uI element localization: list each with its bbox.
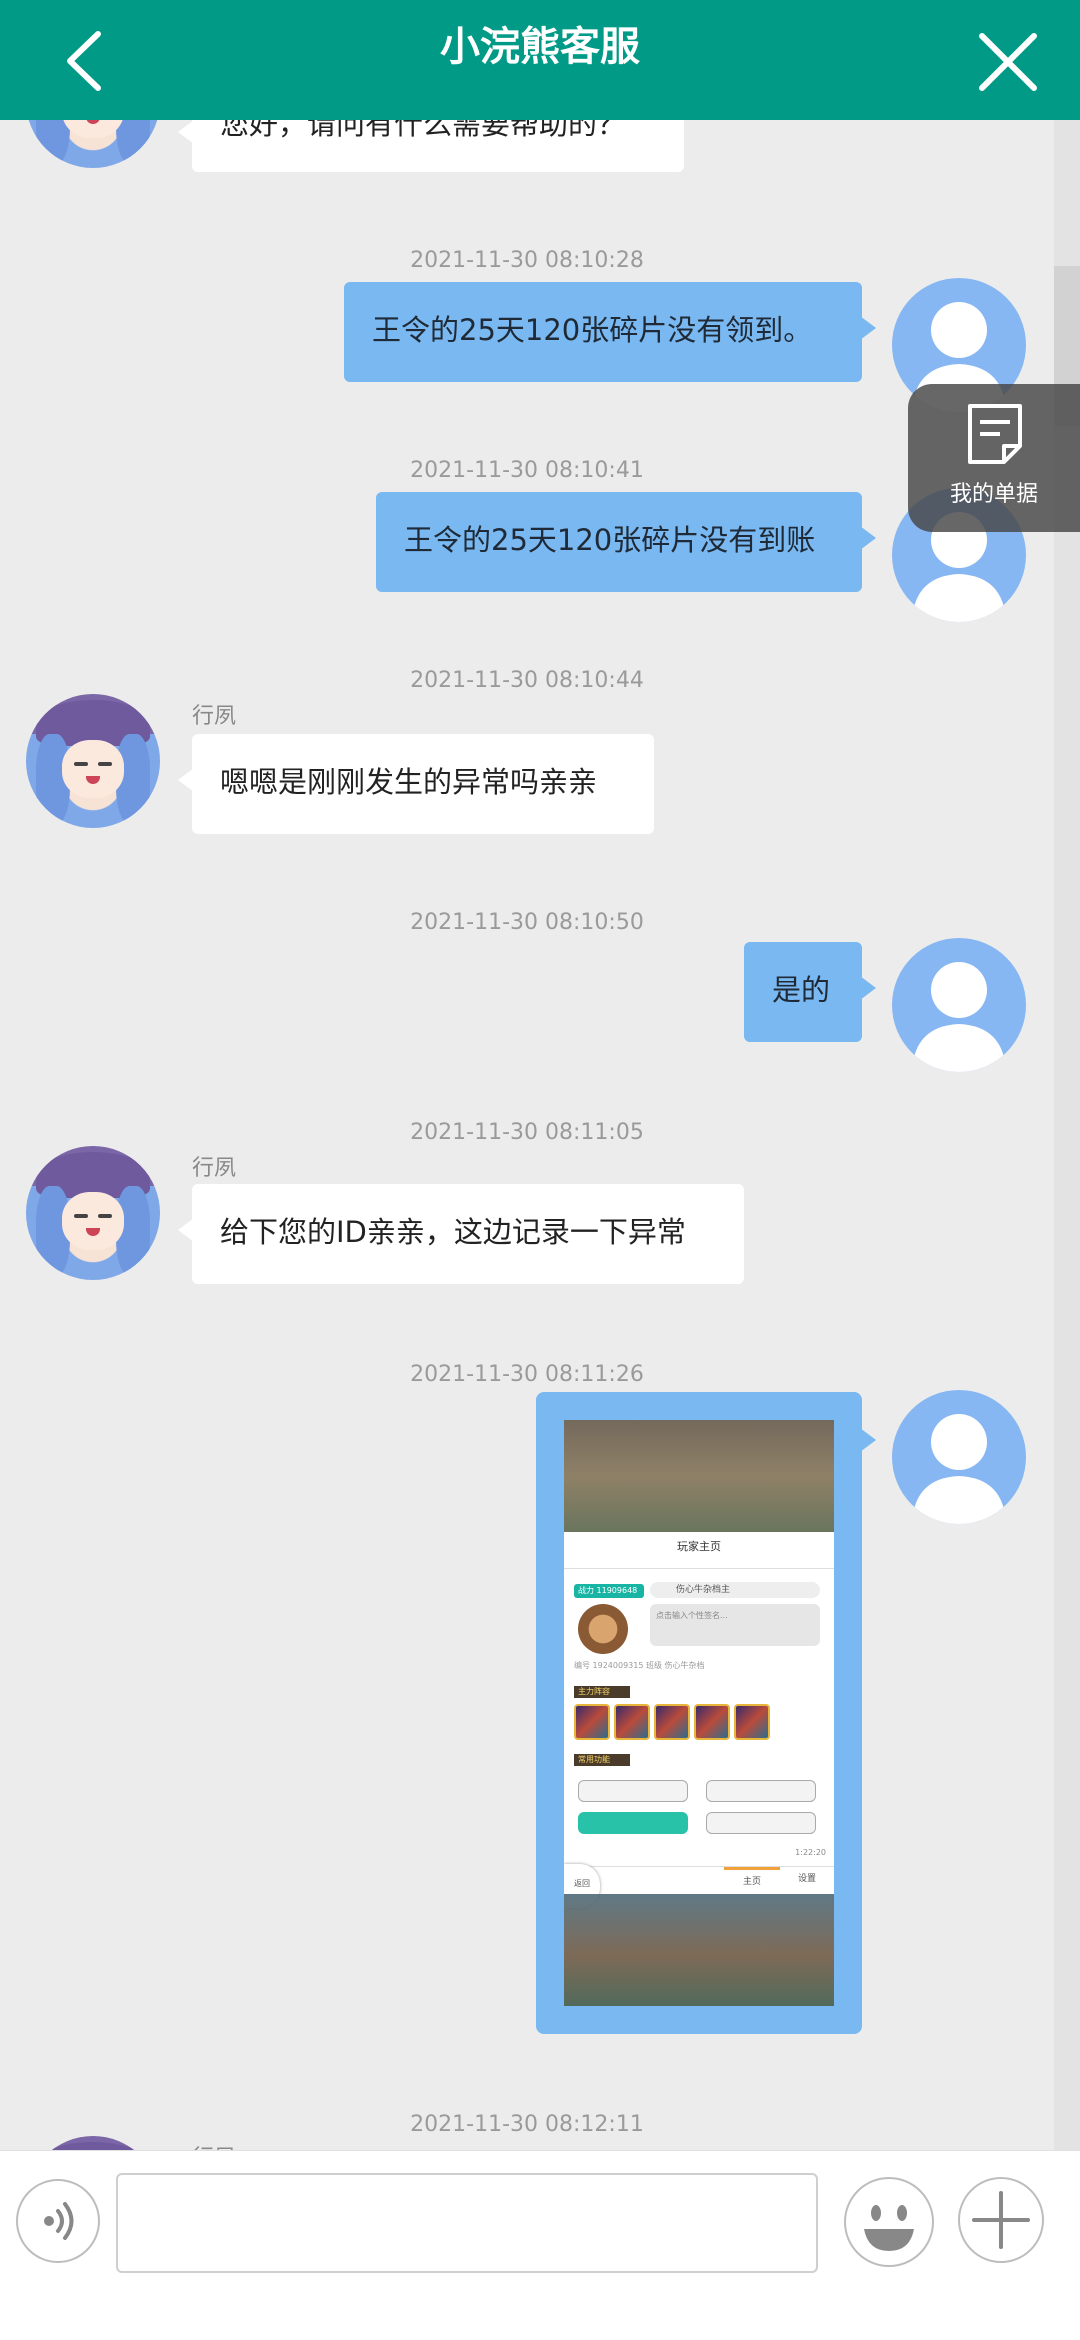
message-timestamp: 2021-11-30 08:10:50 [410, 910, 644, 935]
player-avatar [578, 1604, 628, 1654]
page-title: 小浣熊客服 [440, 24, 640, 70]
game-screenshot-image[interactable]: 玩家主页 战力 11909648 伤心牛杂档主 点击输入个性签名... 编号 1… [564, 1420, 834, 2006]
message-timestamp: 2021-11-30 08:12:11 [410, 2112, 644, 2137]
message-timestamp: 2021-11-30 08:10:28 [410, 248, 644, 273]
emoji-icon [864, 2205, 914, 2251]
agent-avatar [26, 1146, 160, 1280]
close-icon[interactable] [976, 30, 1040, 94]
message-timestamp: 2021-11-30 08:11:26 [410, 1362, 644, 1387]
agent-name: 行夙 [192, 1156, 237, 1181]
agent-avatar [26, 694, 160, 828]
screenshot-title: 玩家主页 [677, 1540, 721, 1553]
lineup-tag: 主力阵容 [574, 1686, 630, 1698]
user-message-bubble: 王令的25天120张碎片没有领到。 [344, 282, 876, 382]
message-input[interactable] [116, 2173, 818, 2273]
emoji-button[interactable] [844, 2177, 934, 2267]
game-scene-bottom [564, 1894, 834, 2006]
agent-message-bubble: 嗯嗯是刚刚发生的异常吗亲亲 [178, 734, 654, 834]
input-bar [0, 2150, 1080, 2340]
chat-area[interactable]: 您好，请问有什么需要帮助的？ 2021-11-30 08:10:28 王令的25… [0, 0, 1080, 2150]
user-avatar [892, 1390, 1026, 1524]
agent-name: 行夙 [192, 704, 237, 729]
function-pill [578, 1780, 688, 1802]
message-timestamp: 2021-11-30 08:10:41 [410, 458, 644, 483]
function-pill [578, 1812, 688, 1834]
screenshot-tabs: 主页 设置 [564, 1866, 834, 1894]
function-pill [706, 1812, 816, 1834]
message-timestamp: 2021-11-30 08:10:44 [410, 668, 644, 693]
document-icon [968, 404, 1022, 464]
my-receipts-label: 我的单据 [949, 482, 1038, 507]
player-name: 伤心牛杂档主 [650, 1582, 820, 1598]
message-timestamp: 2021-11-30 08:11:05 [410, 1120, 644, 1145]
app-header: 小浣熊客服 [0, 0, 1080, 120]
voice-icon [44, 2202, 74, 2240]
voice-button[interactable] [16, 2179, 100, 2263]
user-avatar [892, 938, 1026, 1072]
player-meta: 编号 1924009315 班级 伤心牛杂档 [574, 1661, 705, 1670]
plus-icon [972, 2191, 1030, 2249]
function-pill [706, 1780, 816, 1802]
game-scene-top [564, 1420, 834, 1532]
signature-box: 点击输入个性签名... [650, 1604, 820, 1646]
plus-button[interactable] [958, 2177, 1044, 2263]
user-message-bubble: 是的 [744, 942, 876, 1042]
agent-avatar [26, 2136, 160, 2150]
functions-tag: 常用功能 [574, 1754, 630, 1766]
power-badge: 战力 11909648 [574, 1584, 644, 1598]
screenshot-time: 1:22:20 [795, 1848, 826, 1857]
my-receipts-button[interactable]: 我的单据 [908, 384, 1080, 532]
image-message-bubble[interactable]: 玩家主页 战力 11909648 伤心牛杂档主 点击输入个性签名... 编号 1… [536, 1392, 876, 2034]
agent-message-bubble: 给下您的ID亲亲，这边记录一下异常 [178, 1184, 744, 1284]
hero-lineup [574, 1704, 774, 1740]
user-message-bubble: 王令的25天120张碎片没有到账 [376, 492, 876, 592]
agent-name: 行夙 [192, 2140, 236, 2150]
